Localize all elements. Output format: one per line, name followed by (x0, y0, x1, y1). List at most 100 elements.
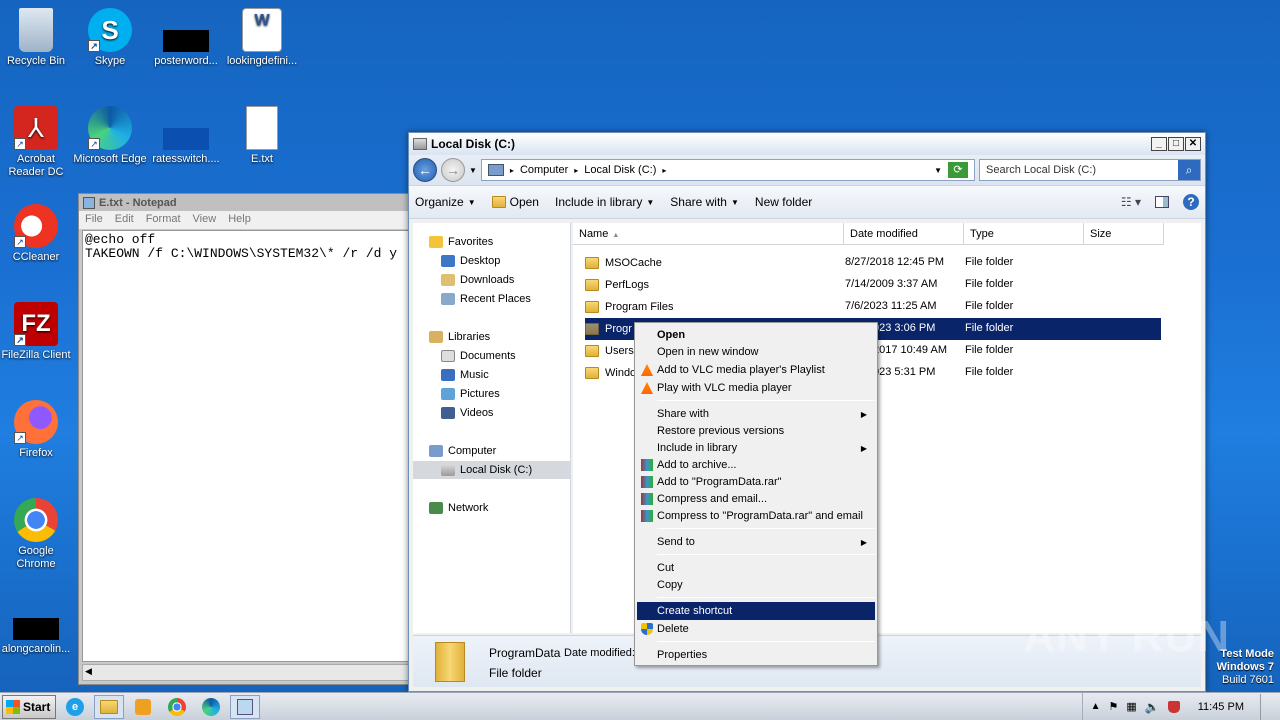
back-button[interactable]: ← (413, 158, 437, 182)
show-hidden-icons-chevron-icon[interactable]: ▲ (1091, 701, 1101, 712)
defender-shield-icon[interactable] (1167, 700, 1180, 713)
network-tray-icon[interactable]: ▦ (1126, 700, 1136, 713)
menu-format[interactable]: Format (146, 213, 181, 227)
column-header-type[interactable]: Type (964, 223, 1084, 245)
desktop-icon-ccleaner[interactable]: ↗ CCleaner (0, 204, 74, 264)
menu-item-vlc-playlist[interactable]: Add to VLC media player's Playlist (637, 361, 875, 379)
menu-item-share-with[interactable]: Share with ▶ (637, 405, 875, 423)
taskbar-edge[interactable] (196, 695, 226, 719)
notepad-text-area[interactable]: @echo off TAKEOWN /f C:\WINDOWS\SYSTEM32… (82, 230, 414, 662)
recent-pages-chevron-icon[interactable]: ▼ (469, 166, 477, 175)
file-row[interactable]: MSOCache 8/27/2018 12:45 PM File folder (585, 252, 1161, 274)
desktop-icon-filezilla[interactable]: FZ ↗ FileZilla Client (0, 302, 74, 362)
breadcrumb-local-disk[interactable]: Local Disk (C:) (584, 164, 656, 176)
menu-item-add-to-archive[interactable]: Add to archive... (637, 456, 875, 474)
close-button[interactable]: ✕ (1185, 137, 1201, 151)
new-folder-button[interactable]: New folder (755, 195, 812, 209)
drive-icon (441, 464, 455, 476)
action-center-flag-icon[interactable]: ⚑ (1108, 700, 1118, 713)
internet-explorer-icon: e (66, 697, 84, 716)
desktop-icon-acrobat[interactable]: ⅄ ↗ Acrobat Reader DC (0, 106, 74, 179)
menu-item-create-shortcut[interactable]: Create shortcut (637, 602, 875, 620)
search-input[interactable]: Search Local Disk (C:) (986, 164, 1096, 176)
refresh-icon[interactable]: ⟳ (948, 162, 968, 178)
nav-videos[interactable]: Videos (441, 404, 493, 422)
menu-file[interactable]: File (85, 213, 103, 227)
nav-libraries[interactable]: Libraries (429, 328, 490, 346)
search-icon[interactable]: ⌕ (1178, 160, 1200, 180)
menu-item-compress-rar-email[interactable]: Compress to "ProgramData.rar" and email (637, 507, 875, 525)
desktop-icon-lookingdefini[interactable]: W lookingdefini... (224, 8, 300, 68)
menu-item-send-to[interactable]: Send to ▶ (637, 533, 875, 551)
menu-separator (657, 554, 875, 555)
nav-favorites[interactable]: Favorites (429, 233, 493, 251)
taskbar-media-player[interactable] (128, 695, 158, 719)
menu-item-include-library[interactable]: Include in library ▶ (637, 439, 875, 457)
desktop-icon-posterword[interactable]: posterword... (148, 8, 224, 68)
minimize-button[interactable]: _ (1151, 137, 1167, 151)
taskbar-ie[interactable]: e (60, 695, 90, 719)
file-row[interactable]: PerfLogs 7/14/2009 3:37 AM File folder (585, 274, 1161, 296)
forward-button[interactable]: → (441, 158, 465, 182)
address-dropdown-icon[interactable]: ▼ (934, 166, 942, 175)
menu-item-restore-versions[interactable]: Restore previous versions (637, 422, 875, 440)
explorer-titlebar[interactable]: Local Disk (C:) _ □ ✕ (409, 133, 1205, 155)
menu-item-add-to-rar[interactable]: Add to "ProgramData.rar" (637, 473, 875, 491)
nav-desktop[interactable]: Desktop (441, 252, 500, 270)
taskbar-chrome[interactable] (162, 695, 192, 719)
maximize-button[interactable]: □ (1168, 137, 1184, 151)
nav-pictures[interactable]: Pictures (441, 385, 500, 403)
share-with-button[interactable]: Share with ▼ (670, 195, 739, 209)
column-header-date[interactable]: Date modified (844, 223, 964, 245)
open-button[interactable]: Open (491, 195, 539, 209)
notepad-titlebar[interactable]: E.txt - Notepad (79, 194, 417, 211)
desktop-icon-chrome[interactable]: Google Chrome (0, 498, 74, 571)
desktop-icon-edge[interactable]: ↗ Microsoft Edge (72, 106, 148, 166)
desktop-icon-alongcarolin[interactable]: alongcarolin... (0, 596, 74, 656)
clock[interactable]: 11:45 PM (1198, 701, 1244, 713)
menu-edit[interactable]: Edit (115, 213, 134, 227)
nav-local-disk[interactable]: Local Disk (C:) (413, 461, 570, 479)
include-in-library-button[interactable]: Include in library ▼ (555, 195, 654, 209)
desktop-icon-recycle-bin[interactable]: Recycle Bin (0, 8, 74, 68)
help-icon[interactable]: ? (1183, 194, 1199, 210)
menu-help[interactable]: Help (228, 213, 251, 227)
menu-view[interactable]: View (193, 213, 217, 227)
scroll-left-arrow-icon[interactable]: ◀ (85, 666, 92, 677)
nav-music[interactable]: Music (441, 366, 489, 384)
desktop-icon-ratesswitch[interactable]: ratesswitch.... (148, 106, 224, 166)
preview-pane-icon[interactable] (1155, 196, 1169, 208)
search-box[interactable]: Search Local Disk (C:) ⌕ (979, 159, 1201, 181)
breadcrumb-computer[interactable]: Computer (520, 164, 568, 176)
menu-item-vlc-play[interactable]: Play with VLC media player (637, 379, 875, 397)
desktop-icon-firefox[interactable]: ↗ Firefox (0, 400, 74, 460)
notepad-window[interactable]: E.txt - Notepad File Edit Format View He… (78, 193, 418, 685)
menu-item-compress-email[interactable]: Compress and email... (637, 490, 875, 508)
show-desktop-button[interactable] (1260, 693, 1272, 720)
desktop-icon-skype[interactable]: S ↗ Skype (72, 8, 148, 68)
address-bar[interactable]: ▸ Computer ▸ Local Disk (C:) ▸ ▼ ⟳ (480, 159, 975, 181)
taskbar-notepad[interactable] (230, 694, 260, 719)
desktop-icon-label: Google Chrome (16, 545, 56, 570)
volume-icon[interactable]: 🔈 (1145, 700, 1160, 714)
menu-item-copy[interactable]: Copy (637, 576, 875, 594)
desktop-icon-etxt[interactable]: E.txt (224, 106, 300, 166)
nav-network[interactable]: Network (429, 499, 488, 517)
menu-item-open-new-window[interactable]: Open in new window (637, 343, 875, 361)
start-button[interactable]: Start (2, 694, 56, 719)
horizontal-scrollbar[interactable]: ◀ (82, 664, 414, 681)
menu-item-delete[interactable]: Delete (637, 620, 875, 638)
menu-item-open[interactable]: Open (637, 326, 875, 344)
nav-downloads[interactable]: Downloads (441, 271, 514, 289)
menu-item-properties[interactable]: Properties (637, 646, 875, 664)
nav-recent-places[interactable]: Recent Places (441, 290, 531, 308)
file-row[interactable]: Program Files 7/6/2023 11:25 AM File fol… (585, 296, 1161, 318)
nav-documents[interactable]: Documents (441, 347, 516, 365)
taskbar-explorer[interactable] (94, 694, 124, 719)
menu-item-cut[interactable]: Cut (637, 559, 875, 577)
organize-button[interactable]: Organize ▼ (415, 195, 476, 209)
column-header-size[interactable]: Size (1084, 223, 1164, 245)
column-header-name[interactable]: Name ▲ (573, 223, 844, 245)
view-options-icon[interactable]: ☷ ▾ (1121, 195, 1141, 209)
nav-computer[interactable]: Computer (429, 442, 496, 460)
